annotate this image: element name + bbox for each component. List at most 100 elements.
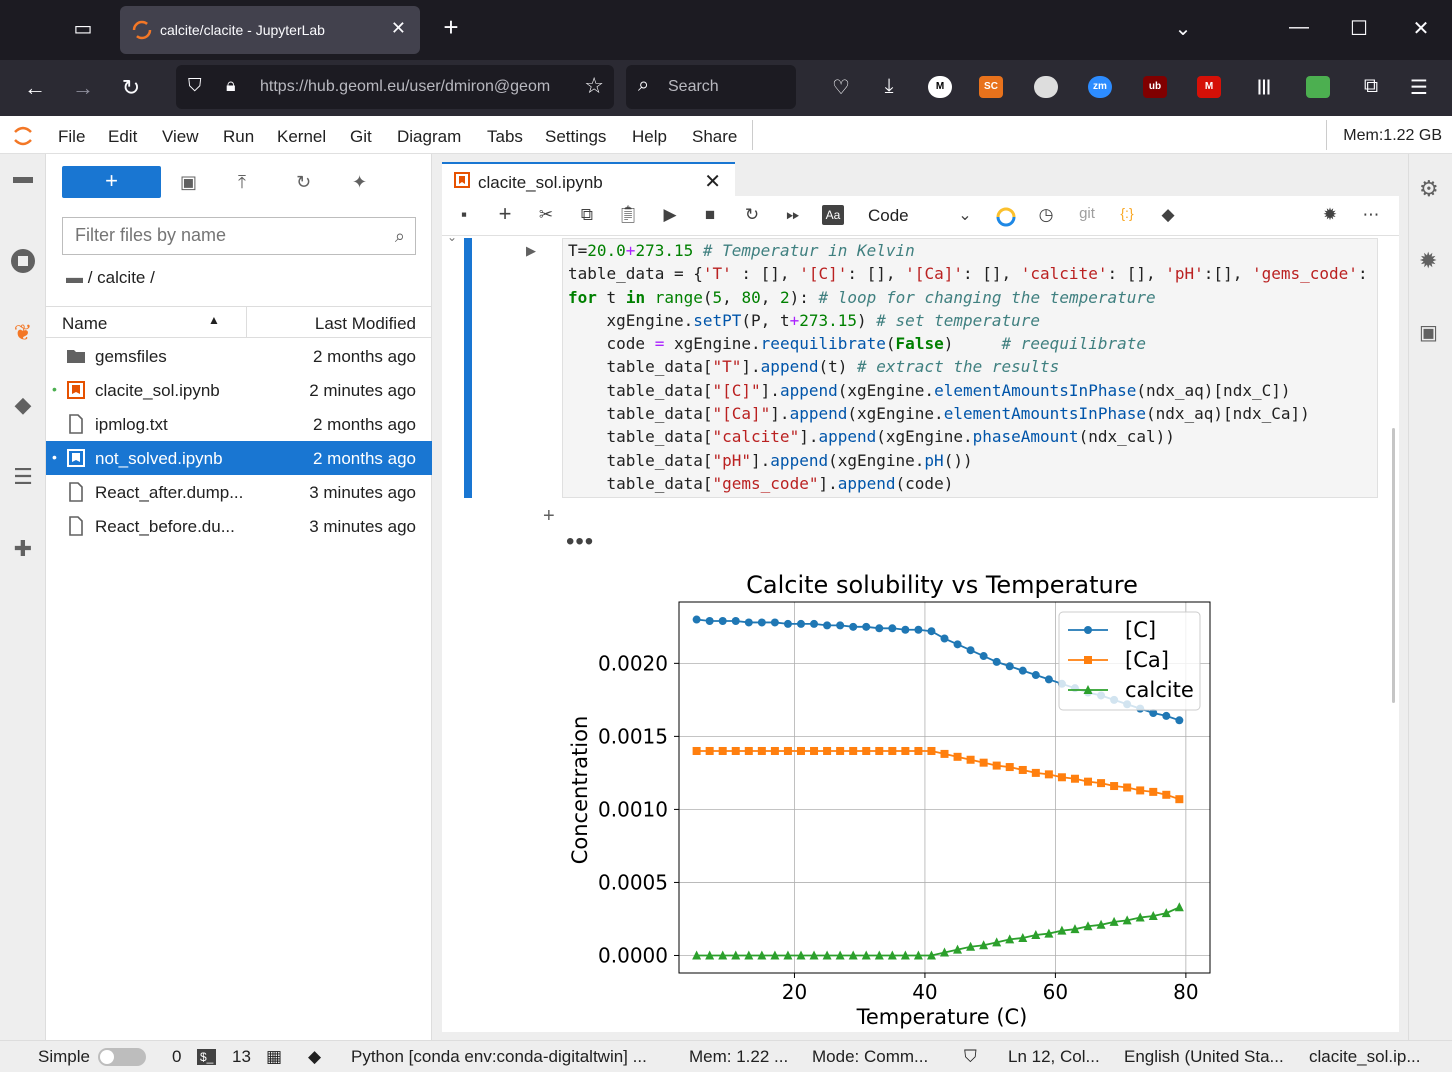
menu-share[interactable]: Share <box>692 127 737 147</box>
paste-icon[interactable]: 📋︎ <box>617 205 639 225</box>
ublock-icon[interactable]: ub <box>1143 76 1167 98</box>
upload-icon[interactable]: ⤒ <box>238 172 246 193</box>
new-folder-icon[interactable]: ▣ <box>180 172 197 193</box>
hamburger-menu-icon[interactable]: ☰ <box>1404 75 1434 100</box>
kernel-chip-icon[interactable]: ▦ <box>266 1047 282 1067</box>
back-icon[interactable]: ← <box>20 75 50 101</box>
mendeley-icon[interactable]: M <box>1197 76 1221 98</box>
property-inspector-gear-icon[interactable]: ⚙ <box>1419 176 1439 202</box>
browser-tab[interactable]: calcite/clacite - JupyterLab ✕ <box>120 6 420 54</box>
forward-icon[interactable]: → <box>68 75 98 101</box>
kernel-count[interactable]: 13 <box>232 1047 251 1067</box>
chevron-down-icon[interactable]: ⌄ <box>954 205 976 225</box>
terminal-icon[interactable]: $_ <box>197 1049 217 1065</box>
menu-kernel[interactable]: Kernel <box>277 127 326 147</box>
maximize-icon[interactable]: ☐ <box>1344 16 1374 41</box>
file-row[interactable]: React_before.du... 3 minutes ago <box>46 509 432 543</box>
new-tab-icon[interactable]: + <box>436 12 466 43</box>
stop-icon[interactable]: ■ <box>699 205 721 225</box>
git-label[interactable]: git <box>1076 205 1098 222</box>
file-status[interactable]: clacite_sol.ip... <box>1309 1047 1421 1067</box>
active-cell-indicator[interactable] <box>464 238 472 498</box>
menu-edit[interactable]: Edit <box>108 127 137 147</box>
menu-settings[interactable]: Settings <box>545 127 606 147</box>
shield-icon[interactable]: ⛉ <box>188 75 202 96</box>
cursor-position[interactable]: Ln 12, Col... <box>1008 1047 1100 1067</box>
code-cell-input[interactable]: T=20.0+273.15 # Temperatur in Kelvin tab… <box>562 238 1378 498</box>
variable-inspector-icon[interactable]: {:} <box>1116 205 1138 221</box>
menu-diagram[interactable]: Diagram <box>397 127 461 147</box>
notebook-tab[interactable]: clacite_sol.ipynb ✕ <box>442 162 735 196</box>
clock-icon[interactable]: ◷ <box>1035 205 1057 225</box>
copy-icon[interactable]: ⧉ <box>576 205 598 225</box>
restart-icon[interactable]: ↻ <box>741 205 763 225</box>
menu-run[interactable]: Run <box>223 127 254 147</box>
chat-icon[interactable]: ▣ <box>1419 320 1438 345</box>
zoom-extension-icon[interactable]: zm <box>1088 76 1112 98</box>
column-last-modified[interactable]: Last Modified <box>315 314 416 334</box>
git-clone-icon[interactable]: ✦ <box>352 172 367 193</box>
sort-ascending-icon[interactable]: ▲ <box>208 313 220 327</box>
close-tab-icon[interactable]: ✕ <box>704 169 721 194</box>
close-tab-icon[interactable]: ✕ <box>391 18 406 39</box>
menu-file[interactable]: File <box>58 127 85 147</box>
menu-view[interactable]: View <box>162 127 199 147</box>
tag-icon[interactable]: ◆ <box>1157 205 1179 225</box>
insert-cell-icon[interactable]: + <box>494 201 516 227</box>
barcode-icon[interactable]: ||| <box>1252 76 1276 98</box>
menu-git[interactable]: Git <box>350 127 372 147</box>
cut-icon[interactable]: ✂ <box>535 205 557 225</box>
new-launcher-button[interactable]: + <box>62 166 161 198</box>
close-window-icon[interactable]: ✕ <box>1406 16 1436 41</box>
m-extension-icon[interactable]: M <box>928 76 952 98</box>
text-format-icon[interactable]: Aa <box>822 205 844 225</box>
filter-files-box[interactable]: ⌕ <box>62 217 416 255</box>
refresh-icon[interactable]: ↻ <box>296 172 311 193</box>
cell-type-select[interactable]: Code <box>868 206 909 226</box>
output-ellipsis-icon[interactable]: ••• <box>566 528 594 556</box>
menu-tabs[interactable]: Tabs <box>487 127 523 147</box>
search-box[interactable]: ⌕ Search <box>626 65 796 109</box>
save-icon[interactable]: ▪ <box>453 205 475 225</box>
sc-extension-icon[interactable]: SC <box>979 76 1003 98</box>
reload-icon[interactable]: ↻ <box>116 75 146 101</box>
kernel-name[interactable]: Python [conda env:conda-digitaltwin] ... <box>351 1047 647 1067</box>
extension-manager-icon[interactable]: ✚ <box>10 536 36 562</box>
breadcrumb-path[interactable]: / calcite / <box>88 268 155 287</box>
bookmark-star-icon[interactable]: ☆ <box>584 73 604 99</box>
git-branch-icon[interactable]: ◆ <box>308 1047 321 1067</box>
mode-status[interactable]: Mode: Comm... <box>812 1047 928 1067</box>
pocket-icon[interactable]: ♡ <box>826 75 856 100</box>
download-icon[interactable]: ⤓ <box>874 75 904 98</box>
notebook-scrollbar[interactable] <box>1392 428 1395 703</box>
column-name[interactable]: Name <box>62 314 107 334</box>
chevron-down-icon[interactable]: ⌄ <box>1168 16 1198 41</box>
run-icon[interactable]: ▶ <box>659 205 681 225</box>
lock-icon[interactable]: 🔒︎ <box>226 75 236 96</box>
file-row[interactable]: ipmlog.txt 2 months ago <box>46 407 432 441</box>
folder-icon[interactable]: ▬ <box>10 166 36 192</box>
debugger-icon[interactable]: ✹ <box>1319 205 1341 225</box>
file-row[interactable]: • clacite_sol.ipynb 2 minutes ago <box>46 373 432 407</box>
running-kernels-icon[interactable] <box>10 248 36 274</box>
folder-icon[interactable]: ▬ <box>66 268 83 287</box>
add-cell-icon[interactable]: + <box>543 505 555 528</box>
simple-mode-toggle[interactable] <box>98 1048 146 1066</box>
url-bar[interactable]: ⛉ 🔒︎ https://hub.geoml.eu/user/dmiron@ge… <box>176 65 614 109</box>
table-of-contents-icon[interactable]: ☰ <box>10 464 36 490</box>
filter-files-input[interactable] <box>63 218 363 252</box>
green-extension-icon[interactable] <box>1306 76 1330 98</box>
language-status[interactable]: English (United Sta... <box>1124 1047 1284 1067</box>
extension-leaf-icon[interactable]: ❦ <box>10 320 36 346</box>
run-cell-icon[interactable]: ▶ <box>526 243 536 259</box>
more-options-icon[interactable]: ⋯ <box>1360 205 1382 225</box>
debugger-bug-icon[interactable]: ✹ <box>1419 248 1437 274</box>
menu-help[interactable]: Help <box>632 127 667 147</box>
file-row[interactable]: • not_solved.ipynb 2 months ago <box>46 441 432 475</box>
file-row[interactable]: gemsfiles 2 months ago <box>46 339 432 373</box>
tab-list-icon[interactable]: ▭ <box>68 16 98 41</box>
cloud-extension-icon[interactable] <box>1034 76 1058 98</box>
shield-status-icon[interactable]: ⛉ <box>964 1047 977 1067</box>
file-row[interactable]: React_after.dump... 3 minutes ago <box>46 475 432 509</box>
extensions-icon[interactable]: ⧉ <box>1356 75 1386 98</box>
